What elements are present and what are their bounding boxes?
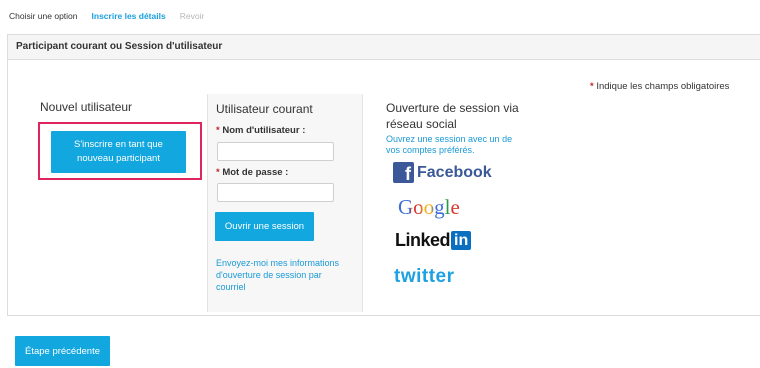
password-label: * Mot de passe : [216, 167, 288, 178]
required-star: * [590, 81, 594, 92]
new-user-section: Nouvel utilisateur [40, 100, 132, 114]
username-input[interactable] [217, 142, 334, 161]
username-label: * Nom d'utilisateur : [216, 125, 305, 136]
forgot-credentials-link[interactable]: Envoyez-moi mes informations d'ouverture… [216, 257, 351, 293]
new-user-title: Nouvel utilisateur [40, 100, 133, 114]
linkedin-icon: in [451, 231, 472, 250]
step-review: Revoir [179, 11, 205, 21]
facebook-label: Facebook [417, 163, 492, 181]
previous-step-button[interactable]: Étape précédente [15, 336, 110, 366]
login-button[interactable]: Ouvrir une session [215, 212, 314, 241]
required-star: * [216, 125, 220, 136]
required-star: * [216, 167, 220, 178]
signup-new-participant-button[interactable]: S'inscrire en tant que nouveau participa… [51, 131, 186, 173]
facebook-icon: f [393, 162, 414, 184]
social-login-title: Ouverture de session via réseau social [386, 101, 519, 131]
social-login-subtitle: Ouvrez une session avec un de vos compte… [386, 134, 513, 155]
linkedin-label: Linked [395, 230, 451, 250]
twitter-label: twitter [394, 266, 455, 287]
required-fields-note: * Indique les champs obligatoires [590, 81, 729, 92]
password-input[interactable] [217, 183, 334, 202]
step-choose-option[interactable]: Choisir une option [9, 11, 78, 21]
google-login[interactable]: Google [398, 195, 460, 220]
username-label-text: Nom d'utilisateur : [222, 125, 306, 136]
twitter-login[interactable]: twitter [394, 266, 455, 288]
current-user-section: Utilisateur courant * Nom d'utilisateur … [207, 94, 363, 312]
google-logo-text: Google [398, 195, 460, 219]
social-login-section: Ouverture de session via réseau social O… [386, 100, 546, 156]
password-label-text: Mot de passe : [222, 167, 289, 178]
required-note-text: Indique les champs obligatoires [596, 81, 730, 92]
current-user-title: Utilisateur courant [216, 102, 313, 116]
panel-title: Participant courant ou Session d'utilisa… [8, 35, 760, 60]
facebook-login[interactable]: f Facebook [393, 162, 492, 184]
linkedin-login[interactable]: Linked in [395, 230, 472, 251]
wizard-steps: Choisir une option Inscrire les détails … [9, 11, 218, 21]
step-register-details[interactable]: Inscrire les détails [92, 11, 166, 21]
